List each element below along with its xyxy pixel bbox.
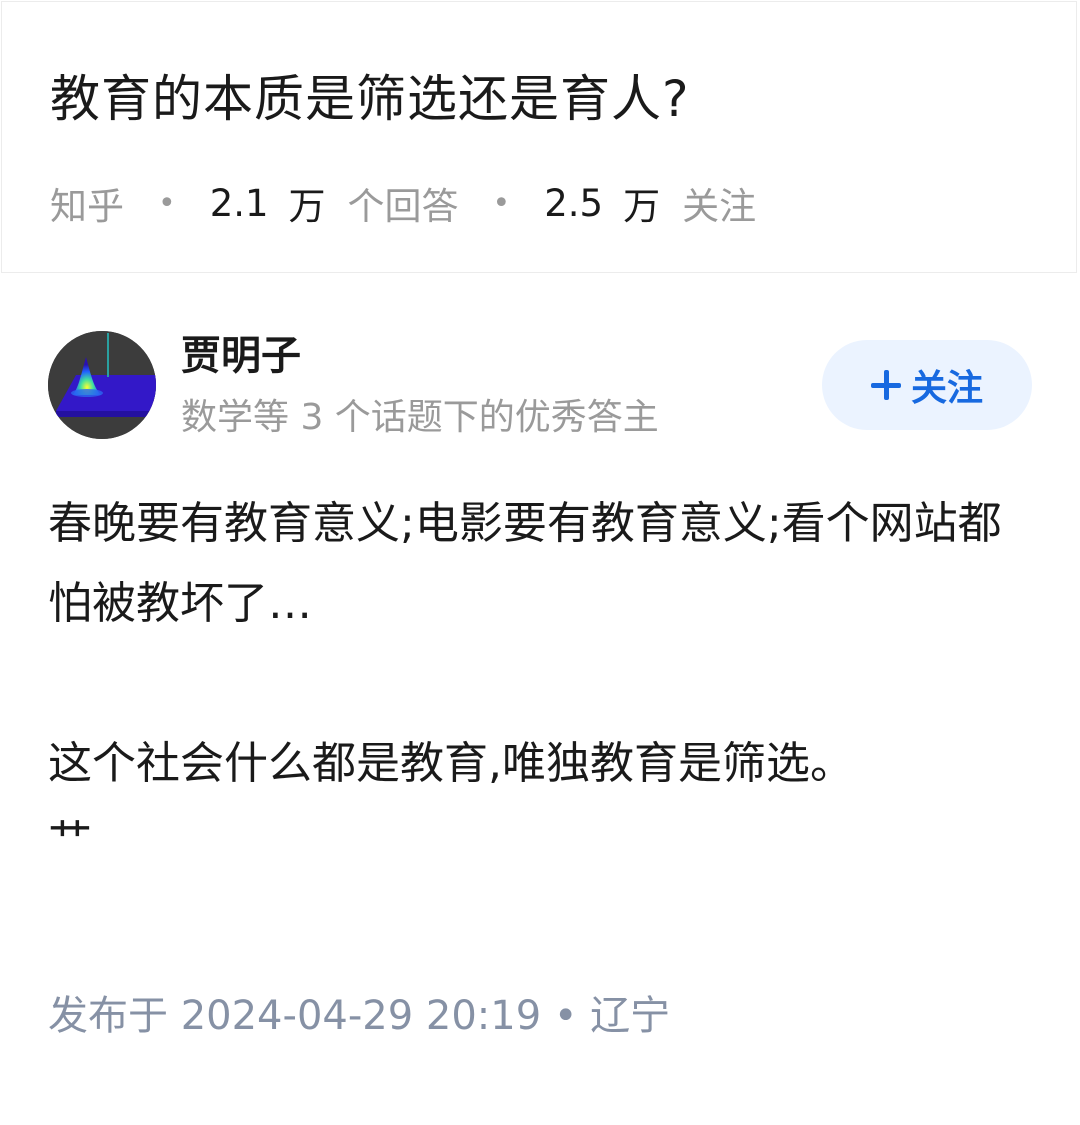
meta-separator: •: [492, 185, 511, 221]
publish-info: 发布于 2024-04-29 20:19 • 辽宁: [48, 993, 671, 1039]
followers-label: 关注: [682, 185, 757, 228]
question-header: 教育的本质是筛选还是育人? 知乎 • 2.1 万 个回答 • 2.5 万 关注: [1, 1, 1077, 273]
answer-body[interactable]: 春晚要有教育意义;电影要有教育意义;看个网站都怕被教坏了… 这个社会什么都是教育…: [48, 484, 1038, 804]
followers-count: 2.5: [544, 181, 604, 225]
answer-paragraph: 这个社会什么都是教育,唯独教育是筛选。: [48, 738, 854, 789]
truncated-text-line: 艹: [48, 815, 108, 845]
question-meta: 知乎 • 2.1 万 个回答 • 2.5 万 关注: [50, 178, 757, 229]
followers-unit: 万: [623, 185, 661, 228]
question-title[interactable]: 教育的本质是筛选还是育人?: [50, 64, 690, 134]
source-label: 知乎: [50, 185, 124, 228]
author-name[interactable]: 贾明子: [181, 328, 301, 384]
gaussian-plot-avatar-icon[interactable]: [48, 331, 156, 439]
follow-button[interactable]: 关注: [822, 340, 1032, 430]
answer-paragraph: 春晚要有教育意义;电影要有教育意义;看个网站都怕被教坏了…: [48, 498, 1002, 629]
meta-separator: •: [158, 185, 176, 221]
answers-label: 个回答: [347, 185, 459, 228]
answer-card: 贾明子 数学等 3 个话题下的优秀答主 关注 春晚要有教育意义;电影要有教育意义…: [0, 274, 1080, 1125]
answers-unit: 万: [288, 185, 326, 228]
follow-button-label: 关注: [910, 368, 983, 409]
truncated-text: 艹: [48, 815, 92, 845]
answers-count: 2.1: [209, 181, 269, 225]
author-badge: 数学等 3 个话题下的优秀答主: [181, 397, 659, 438]
plus-icon: [870, 370, 901, 400]
